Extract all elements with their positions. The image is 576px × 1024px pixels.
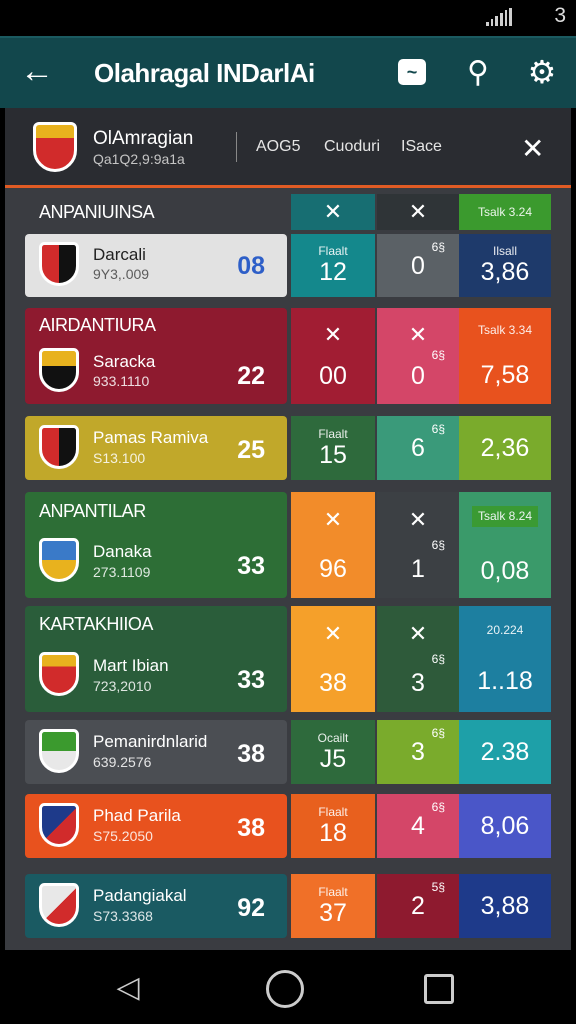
divider — [236, 132, 237, 162]
odds-cell[interactable]: 20.224 1..18 — [459, 606, 551, 712]
odds-cell[interactable]: Flaalt 15 — [291, 416, 375, 480]
team-score: 25 — [237, 436, 265, 464]
team-score: 22 — [237, 362, 265, 390]
odds-head-cell: Tsalk 3.24 — [459, 194, 551, 230]
odds-cell[interactable]: Ocailt J5 — [291, 720, 375, 784]
odds-cell[interactable]: 2.38 — [459, 720, 551, 784]
section-title: ANPANIUINSA — [39, 202, 155, 222]
nav-back-icon[interactable]: ◁ — [108, 968, 148, 1008]
team-crest-icon — [39, 348, 79, 392]
trend-icon[interactable]: ~ — [392, 52, 432, 92]
status-bar: 3 — [0, 0, 576, 36]
team-row[interactable]: Pemanirdnlarid 639.2576 38 — [25, 720, 287, 784]
team-row[interactable]: Saracka 933.1110 22 — [25, 340, 287, 400]
odds-cell[interactable]: ✕ 96 — [291, 492, 375, 598]
section-title: KARTAKHIIOA — [39, 614, 153, 634]
team-name: Darcali — [93, 245, 146, 264]
search-icon[interactable]: ⚲ — [458, 52, 498, 92]
team-name: Pamas Ramiva — [93, 428, 209, 447]
team-name: Danaka — [93, 542, 152, 561]
team-value: 273.1109 — [93, 564, 151, 580]
odds-cell[interactable]: 2,36 — [459, 416, 551, 480]
team-score: 92 — [237, 894, 265, 922]
team-row[interactable]: Darcali 9Y3,.009 08 — [25, 234, 287, 297]
team-value: S75.2050 — [93, 828, 153, 844]
team-crest-icon — [33, 122, 77, 172]
team-name: Padangiakal — [93, 886, 187, 905]
nav-bar: ◁ — [0, 950, 576, 1024]
odds-cell[interactable]: 6§ 4 — [377, 794, 459, 858]
team-score: 33 — [237, 666, 265, 694]
team-row[interactable]: Padangiakal S73.3368 92 — [25, 874, 287, 938]
odds-cell[interactable]: Flaalt 12 — [291, 234, 375, 297]
team-name: Phad Parila — [93, 806, 181, 825]
arrow-left-icon[interactable]: ← — [20, 52, 60, 92]
team-value: 9Y3,.009 — [93, 266, 150, 282]
odds-cell[interactable]: ✕ 6§ 0 — [377, 308, 459, 404]
odds-cell[interactable]: 6§ 6 — [377, 416, 459, 480]
nav-home-icon[interactable] — [266, 970, 304, 1008]
match-name: OlAmragian — [93, 128, 194, 149]
team-crest-icon — [39, 803, 79, 847]
team-value: 723,2010 — [93, 678, 152, 694]
match-header: OlAmragian Qa1Q2,9:9a1a AOG5 Cuoduri ISa… — [5, 108, 571, 188]
signal-icon — [486, 8, 513, 26]
team-crest-icon — [39, 242, 79, 286]
odds-cell[interactable]: ✕ 00 — [291, 308, 375, 404]
team-value: 933.1110 — [93, 373, 150, 389]
team-score: 08 — [237, 252, 265, 280]
team-name: Pemanirdnlarid — [93, 732, 208, 751]
team-value: S13.100 — [93, 450, 146, 466]
tab-3[interactable]: ISace — [401, 138, 442, 156]
team-name: Saracka — [93, 352, 156, 371]
nav-recent-icon[interactable] — [424, 974, 454, 1004]
team-value: S73.3368 — [93, 908, 153, 924]
odds-cell[interactable]: Tsalk 8.24 0,08 — [459, 492, 551, 598]
gear-icon[interactable]: ⚙ — [522, 52, 562, 92]
team-score: 38 — [237, 814, 265, 842]
section-title: ANPANTILAR — [39, 501, 146, 521]
odds-cell[interactable]: Flaalt 18 — [291, 794, 375, 858]
odds-head-cell: ✕ — [291, 194, 375, 230]
battery-text: 3 — [554, 4, 566, 27]
odds-cell[interactable]: Flaalt 37 — [291, 874, 375, 938]
team-crest-icon — [39, 538, 79, 582]
odds-cell[interactable]: Tsalk 3.34 7,58 — [459, 308, 551, 404]
match-sub: Qa1Q2,9:9a1a — [93, 151, 185, 167]
tab-1[interactable]: AOG5 — [256, 138, 300, 156]
odds-cell[interactable]: ✕ 38 — [291, 606, 375, 712]
odds-cell[interactable]: 5§ 2 — [377, 874, 459, 938]
team-row[interactable]: Phad Parila S75.2050 38 — [25, 794, 287, 858]
odds-cell[interactable]: ✕ 6§ 1 — [377, 492, 459, 598]
odds-cell[interactable]: Ilsall 3,86 — [459, 234, 551, 297]
team-crest-icon — [39, 425, 79, 469]
app-bar: ← Olahragal INDarlAi ~ ⚲ ⚙ — [0, 36, 576, 108]
team-value: 639.2576 — [93, 754, 152, 770]
team-crest-icon — [39, 652, 79, 696]
odds-cell[interactable]: 3,88 — [459, 874, 551, 938]
odds-cell[interactable]: ✕ 6§ 3 — [377, 606, 459, 712]
team-row[interactable]: Mart Ibian 723,2010 33 — [25, 644, 287, 708]
team-row[interactable]: Danaka 273.1109 33 — [25, 530, 287, 594]
team-row[interactable]: Pamas Ramiva S13.100 25 — [25, 416, 287, 480]
odds-cell[interactable]: 8,06 — [459, 794, 551, 858]
close-icon[interactable]: ✕ — [521, 132, 544, 165]
app-title: Olahragal INDarlAi — [94, 58, 315, 88]
team-crest-icon — [39, 729, 79, 773]
tab-2[interactable]: Cuoduri — [324, 138, 380, 156]
odds-cell[interactable]: 6§ 3 — [377, 720, 459, 784]
team-score: 38 — [237, 740, 265, 768]
odds-cell[interactable]: 6§ 0 — [377, 234, 459, 297]
team-name: Mart Ibian — [93, 656, 169, 675]
team-crest-icon — [39, 883, 79, 927]
content: OlAmragian Qa1Q2,9:9a1a AOG5 Cuoduri ISa… — [5, 108, 571, 950]
team-score: 33 — [237, 552, 265, 580]
section-title: AIRDANTIURA — [39, 315, 156, 335]
odds-head-cell: ✕ — [377, 194, 459, 230]
